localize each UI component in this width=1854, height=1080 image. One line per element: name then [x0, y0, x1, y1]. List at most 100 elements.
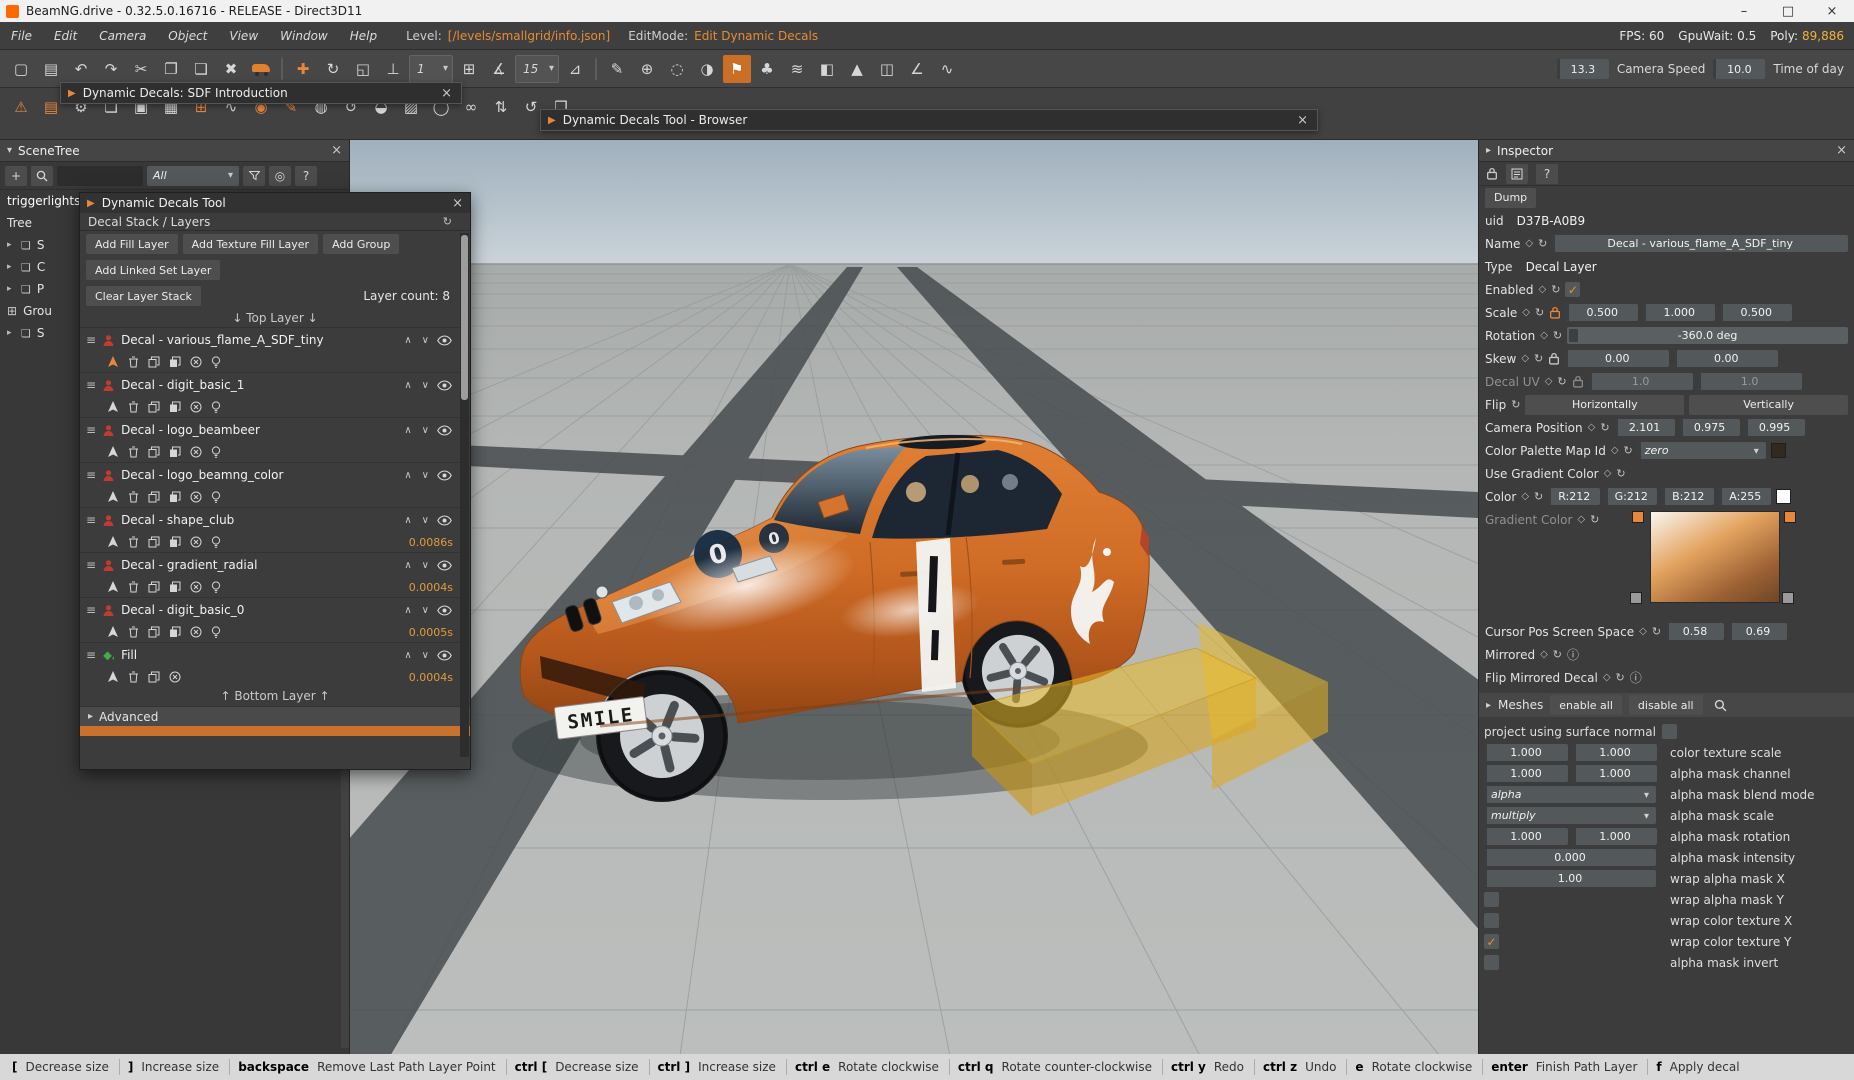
decal-layer-row[interactable]: Decal - shape_club	[80, 507, 470, 552]
copy-layer-icon[interactable]	[148, 671, 160, 683]
scale-gizmo-icon[interactable]: ◱	[349, 55, 377, 83]
maximize-button[interactable]: □	[1766, 0, 1810, 22]
keyframe-diamond-icon[interactable]	[1521, 491, 1529, 502]
keyframe-diamond-icon[interactable]	[1603, 672, 1611, 683]
delete-layer-icon[interactable]	[128, 491, 139, 503]
close-icon[interactable]: ×	[452, 196, 463, 211]
enabled-checkbox[interactable]	[1565, 282, 1580, 297]
issues-icon[interactable]: ⚠	[7, 93, 35, 121]
scale-x-input[interactable]: 0.500	[1566, 304, 1638, 321]
move-layer-down-button[interactable]	[420, 470, 431, 481]
param-input[interactable]: 1.000	[1484, 765, 1568, 782]
snap-terrain-icon[interactable]: ⊥	[379, 55, 407, 83]
decal-layer-row[interactable]: Decal - digit_basic_0	[80, 597, 470, 642]
drag-handle-icon[interactable]	[86, 558, 96, 572]
color-r-input[interactable]: R:212	[1548, 488, 1600, 505]
layer-visibility-eye-icon[interactable]	[437, 650, 452, 661]
surface-normal-checkbox[interactable]	[1662, 724, 1677, 739]
layer-visibility-eye-icon[interactable]	[437, 515, 452, 526]
cut-icon[interactable]: ✂	[127, 55, 155, 83]
open-level-icon[interactable]: ▤	[37, 55, 65, 83]
remove-layer-icon[interactable]	[190, 536, 202, 548]
select-layer-icon[interactable]	[107, 446, 119, 458]
search-icon[interactable]	[31, 166, 53, 186]
layer-highlight-icon[interactable]	[211, 356, 221, 369]
gradient-preview[interactable]	[1650, 511, 1780, 603]
enable-all-button[interactable]: enable all	[1550, 695, 1622, 715]
drag-handle-icon[interactable]	[86, 468, 96, 482]
remove-layer-icon[interactable]	[190, 581, 202, 593]
lasso-icon[interactable]: ◌	[663, 55, 691, 83]
param-checkbox[interactable]	[1484, 934, 1499, 949]
new-level-icon[interactable]: ▢	[7, 55, 35, 83]
chevron-right-icon[interactable]: ▸	[7, 328, 15, 338]
info-icon[interactable]	[1630, 669, 1642, 686]
decals-window-scrollbar[interactable]	[460, 233, 469, 757]
layer-visibility-eye-icon[interactable]	[437, 380, 452, 391]
clear-layer-stack-button[interactable]: Clear Layer Stack	[86, 286, 201, 306]
duplicate-layer-icon[interactable]	[169, 491, 181, 503]
swap-vertical-icon[interactable]: ⇅	[487, 93, 515, 121]
keyframe-diamond-icon[interactable]	[1521, 353, 1529, 364]
param-select[interactable]: multiply	[1484, 807, 1656, 824]
material-editor-icon[interactable]: ◧	[813, 55, 841, 83]
close-button[interactable]: ×	[1810, 0, 1854, 22]
gradient-handle[interactable]	[1630, 592, 1642, 604]
add-fill-layer-button[interactable]: Add Fill Layer	[86, 234, 178, 254]
copy-layer-icon[interactable]	[148, 446, 160, 458]
decal-layer-row[interactable]: Decal - logo_beamng_color	[80, 462, 470, 507]
refresh-icon[interactable]	[443, 215, 452, 228]
drag-handle-icon[interactable]	[86, 423, 96, 437]
lock-icon[interactable]	[1548, 352, 1560, 365]
close-icon[interactable]: ×	[439, 86, 454, 101]
remove-layer-icon[interactable]	[190, 401, 202, 413]
delete-layer-icon[interactable]	[128, 446, 139, 458]
delete-layer-icon[interactable]	[128, 626, 139, 638]
decal-layer-row[interactable]: Decal - digit_basic_1	[80, 372, 470, 417]
move-layer-up-button[interactable]	[402, 425, 413, 436]
copy-layer-icon[interactable]	[148, 356, 160, 368]
snap-grid-icon[interactable]: ⊞	[455, 55, 483, 83]
select-layer-icon[interactable]	[107, 671, 119, 683]
close-icon[interactable]: ×	[331, 143, 342, 158]
layer-highlight-icon[interactable]	[211, 536, 221, 549]
reset-icon[interactable]	[1553, 329, 1562, 342]
move-layer-down-button[interactable]	[420, 425, 431, 436]
reset-icon[interactable]	[1551, 283, 1560, 296]
chevron-right-icon[interactable]: ▸	[7, 240, 15, 250]
delete-layer-icon[interactable]	[128, 671, 139, 683]
menu-object[interactable]: Object	[157, 22, 218, 50]
layer-highlight-icon[interactable]	[211, 446, 221, 459]
move-layer-up-button[interactable]	[402, 605, 413, 616]
lock-icon[interactable]	[1486, 167, 1498, 180]
select-layer-icon[interactable]	[107, 401, 119, 413]
close-icon[interactable]: ×	[1295, 113, 1310, 128]
drag-handle-icon[interactable]	[86, 648, 96, 662]
redo-icon[interactable]: ↷	[97, 55, 125, 83]
param-checkbox[interactable]	[1484, 955, 1499, 970]
keyframe-diamond-icon[interactable]	[1639, 626, 1647, 637]
camera-pos-z-input[interactable]: 0.995	[1745, 419, 1805, 436]
reset-icon[interactable]	[1534, 352, 1543, 365]
vehicle-selector-icon[interactable]	[247, 55, 275, 83]
scrollbar-thumb[interactable]	[461, 235, 468, 400]
target-icon[interactable]: ◎	[269, 166, 291, 186]
add-texture-fill-layer-button[interactable]: Add Texture Fill Layer	[183, 234, 318, 254]
search-icon[interactable]	[1714, 699, 1727, 712]
color-b-input[interactable]: B:212	[1662, 488, 1714, 505]
filter-select[interactable]: All	[147, 166, 239, 186]
move-layer-down-button[interactable]	[420, 335, 431, 346]
menu-camera[interactable]: Camera	[88, 22, 157, 50]
layer-visibility-eye-icon[interactable]	[437, 605, 452, 616]
duplicate-layer-icon[interactable]	[169, 536, 181, 548]
search-input[interactable]	[57, 166, 143, 186]
delete-icon[interactable]: ✖	[217, 55, 245, 83]
move-layer-up-button[interactable]	[402, 650, 413, 661]
filter-funnel-icon[interactable]	[243, 166, 265, 186]
menu-file[interactable]: File	[0, 22, 43, 50]
decals-browser-window-tab[interactable]: ▶ Dynamic Decals Tool - Browser ×	[540, 109, 1318, 131]
keyframe-diamond-icon[interactable]	[1540, 330, 1548, 341]
dynamic-decals-tool-window[interactable]: ▶ Dynamic Decals Tool × Decal Stack / La…	[79, 192, 471, 770]
move-layer-down-button[interactable]	[420, 605, 431, 616]
grid-size-select[interactable]: 1	[409, 55, 453, 83]
